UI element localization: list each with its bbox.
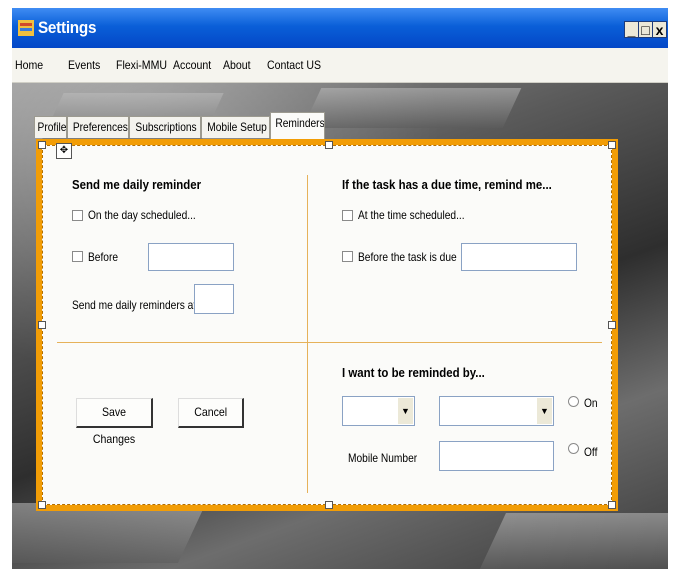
resize-handle-n[interactable] [325, 141, 333, 149]
tab-reminders[interactable]: Reminders [270, 112, 325, 139]
off-radio[interactable] [568, 443, 579, 454]
app-icon [18, 20, 34, 36]
resize-handle-ne[interactable] [608, 141, 616, 149]
mobile-number-input[interactable] [439, 441, 554, 471]
cancel-button[interactable]: Cancel [178, 398, 244, 428]
daily-time-input[interactable] [194, 284, 234, 314]
tab-profile[interactable]: Profile [34, 116, 67, 138]
off-radio-label: Off [584, 445, 598, 459]
on-radio-label: On [584, 396, 598, 410]
before-checkbox[interactable] [72, 251, 83, 262]
menu-flexi-mmu[interactable]: Flexi-MMU [116, 58, 167, 72]
horizontal-divider [57, 342, 602, 343]
reminders-panel: ✥ Send me daily reminder On the day sche… [36, 139, 618, 511]
before-due-label: Before the task is due [358, 250, 457, 264]
mobile-number-label: Mobile Number [348, 451, 418, 465]
save-changes-button[interactable]: Save Changes [76, 398, 153, 446]
tab-preferences[interactable]: Preferences [67, 116, 129, 138]
chevron-down-icon[interactable]: ▼ [537, 398, 552, 424]
window-title: Settings [38, 18, 97, 37]
due-time-heading: If the task has a due time, remind me... [342, 177, 552, 192]
remind-option-combo[interactable]: ▼ [439, 396, 554, 426]
tab-subscriptions[interactable]: Subscriptions [129, 116, 201, 138]
menu-bar: Home Events Flexi-MMU Account About Cont… [12, 48, 668, 83]
on-radio[interactable] [568, 396, 579, 407]
remind-method-combo[interactable]: ▼ [342, 396, 415, 426]
tab-mobile-setup[interactable]: Mobile Setup [201, 116, 270, 138]
resize-handle-w[interactable] [38, 321, 46, 329]
title-bar[interactable]: Settings _ □ x [12, 8, 668, 48]
daily-reminder-heading: Send me daily reminder [72, 177, 202, 192]
menu-events[interactable]: Events [68, 58, 100, 72]
move-handle-icon[interactable]: ✥ [56, 143, 72, 159]
close-button[interactable]: x [652, 21, 667, 38]
at-time-checkbox[interactable] [342, 210, 353, 221]
daily-time-label: Send me daily reminders at [72, 298, 197, 312]
resize-handle-e[interactable] [608, 321, 616, 329]
settings-window: Settings _ □ x Home Events Flexi-MMU Acc… [12, 8, 668, 569]
resize-handle-nw[interactable] [38, 141, 46, 149]
vertical-divider [307, 175, 308, 493]
menu-home[interactable]: Home [15, 58, 43, 72]
menu-about[interactable]: About [223, 58, 251, 72]
before-input[interactable] [148, 243, 234, 271]
chevron-down-icon[interactable]: ▼ [398, 398, 413, 424]
remind-by-heading: I want to be reminded by... [342, 365, 485, 380]
menu-account[interactable]: Account [173, 58, 211, 72]
tab-strip: Profile Preferences Subscriptions Mobile… [22, 108, 652, 139]
resize-handle-s[interactable] [325, 501, 333, 509]
before-due-checkbox[interactable] [342, 251, 353, 262]
maximize-button[interactable]: □ [638, 21, 653, 38]
before-label: Before [88, 250, 119, 264]
on-day-checkbox[interactable] [72, 210, 83, 221]
at-time-label: At the time scheduled... [358, 208, 465, 222]
before-due-input[interactable] [461, 243, 577, 271]
resize-handle-sw[interactable] [38, 501, 46, 509]
minimize-button[interactable]: _ [624, 21, 639, 38]
on-day-label: On the day scheduled... [88, 208, 196, 222]
menu-contact-us[interactable]: Contact US [267, 58, 321, 72]
resize-handle-se[interactable] [608, 501, 616, 509]
